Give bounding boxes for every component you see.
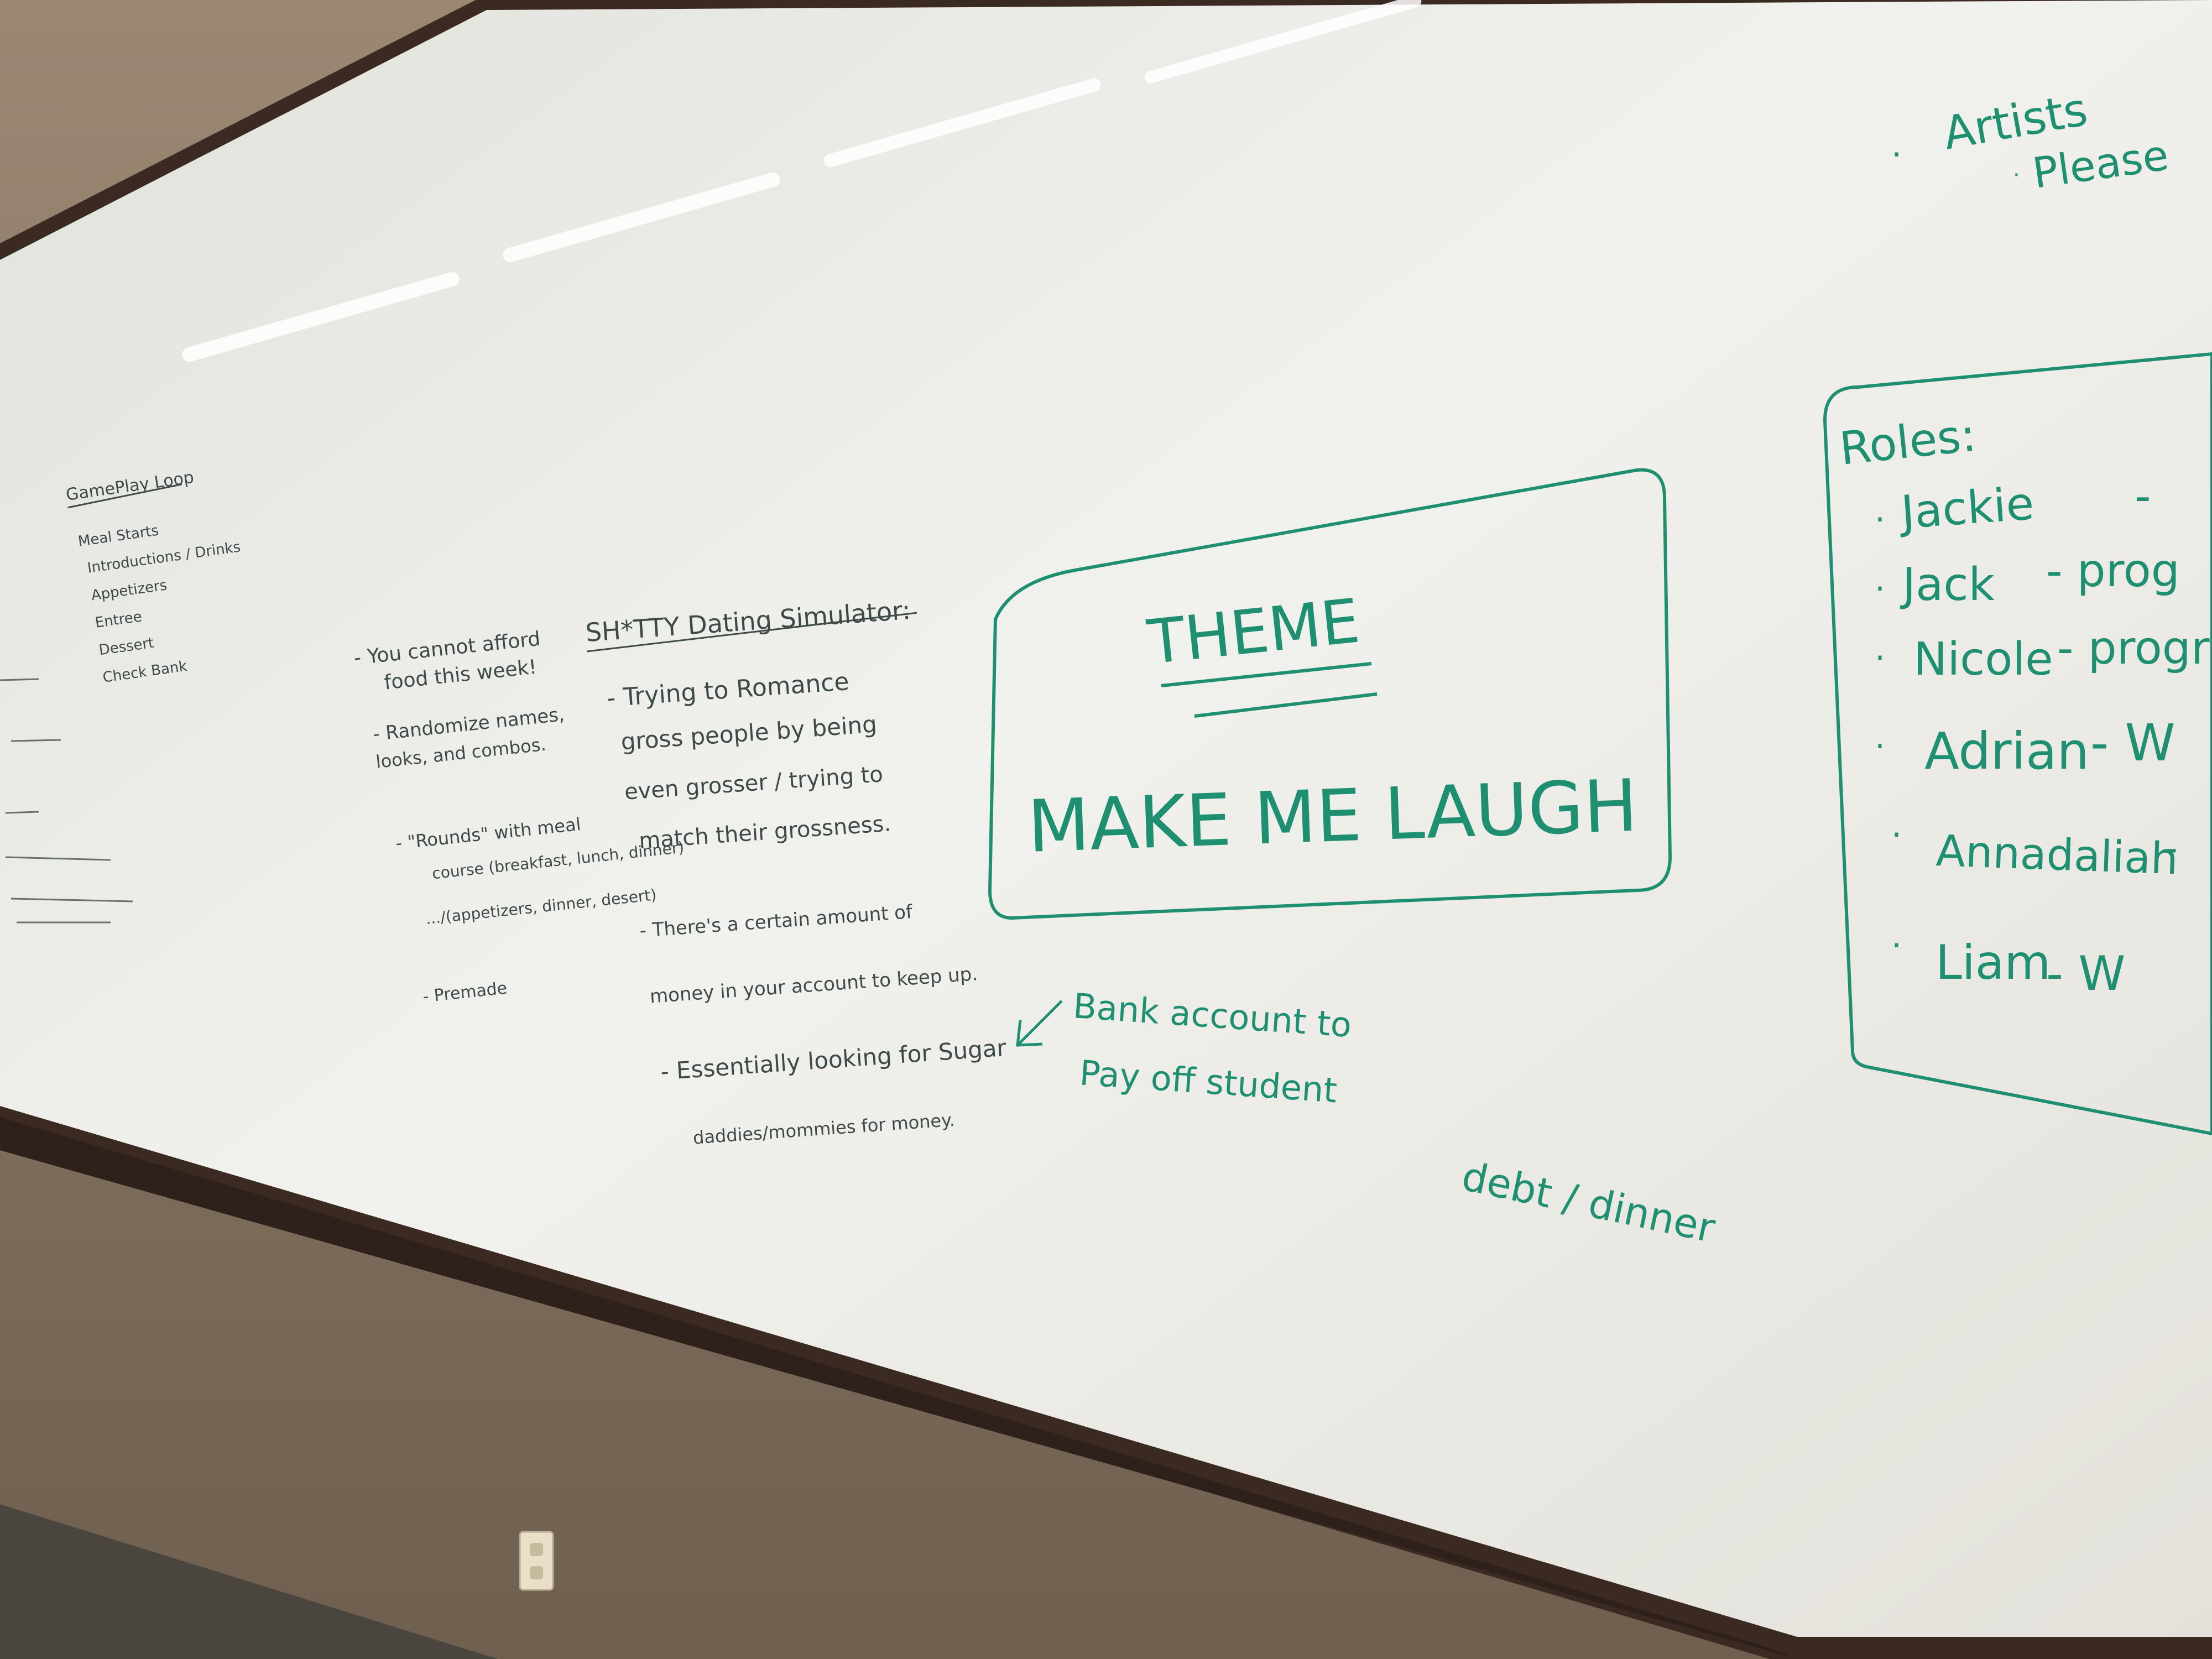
role-desc: - bbox=[2135, 470, 2151, 523]
bullet-icon: · bbox=[1891, 816, 1902, 854]
bullet-icon: · bbox=[1891, 135, 1902, 174]
bullet-icon: · bbox=[1875, 500, 1885, 539]
role-desc: - progr bbox=[2057, 622, 2210, 675]
role-name: Jack bbox=[1900, 559, 1995, 611]
role-name: Nicole bbox=[1913, 633, 2053, 686]
wall-outlet bbox=[519, 1531, 554, 1591]
role-name: Liam bbox=[1936, 935, 2051, 990]
role-desc: - W bbox=[2090, 713, 2175, 773]
role-name: Adrian bbox=[1924, 722, 2089, 781]
role-desc: - bbox=[2162, 823, 2178, 873]
bullet-icon: · bbox=[1891, 926, 1902, 965]
role-desc: - prog bbox=[2046, 545, 2180, 597]
bullet-icon: · bbox=[1875, 639, 1885, 677]
role-desc: - W bbox=[2046, 946, 2125, 1001]
bullet-icon: · bbox=[1875, 727, 1885, 766]
role-name: Annadaliah bbox=[1935, 826, 2179, 884]
bullet-icon: · bbox=[2013, 163, 2020, 188]
whiteboard-photo: GamePlay Loop Meal Starts Introductions … bbox=[0, 0, 2212, 1659]
role-name: Jackie bbox=[1897, 477, 2036, 539]
bullet-icon: · bbox=[1875, 570, 1885, 608]
